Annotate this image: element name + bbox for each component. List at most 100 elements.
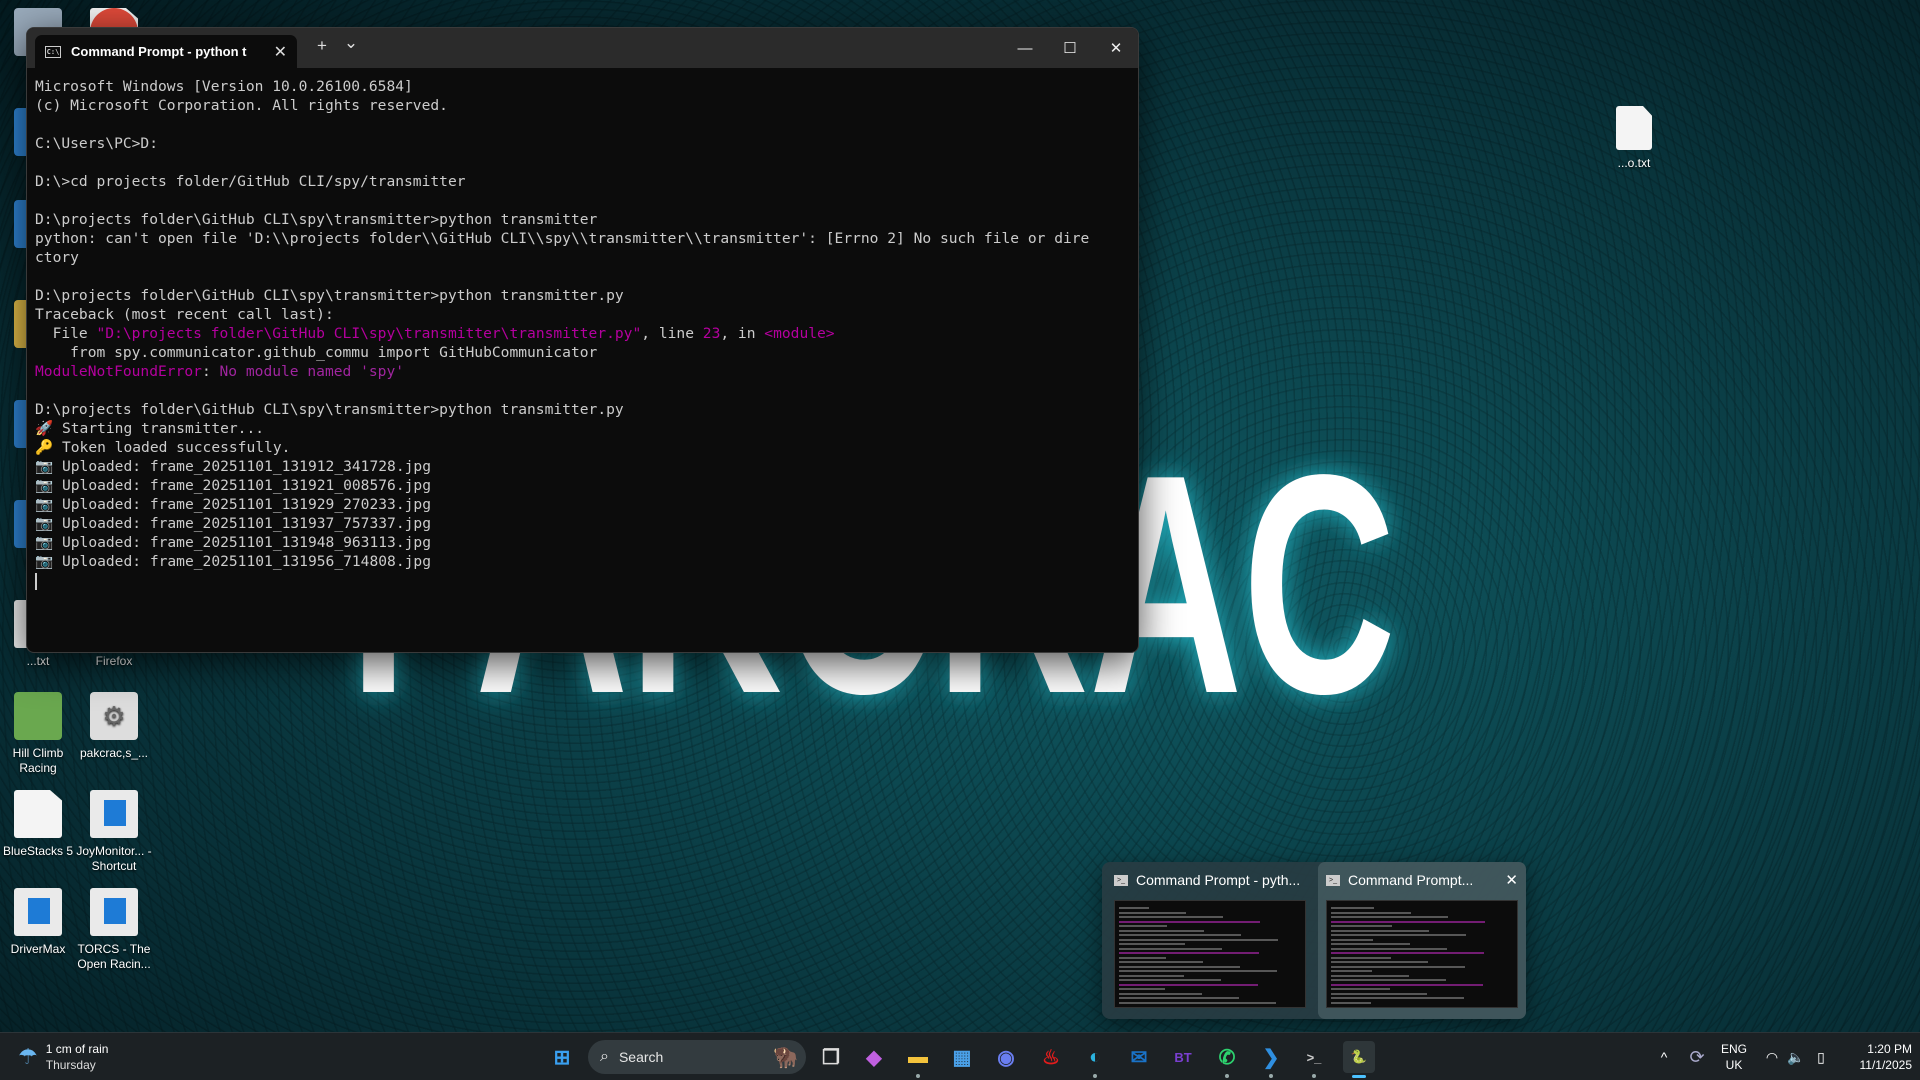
umbrella-rain-icon: ☂ — [18, 1044, 38, 1069]
terminal-text: 📷 Uploaded: frame_20251101_131956_714808… — [35, 553, 431, 570]
terminal-text: D:\projects folder\GitHub CLI\spy\transm… — [35, 287, 624, 304]
terminal-text: Traceback (most recent call last): — [35, 306, 334, 323]
python-taskbar-button[interactable]: 🐍 — [1343, 1041, 1375, 1078]
terminal-icon: >_ — [1326, 874, 1340, 886]
desktop-icon[interactable]: Hill Climb Racing — [0, 692, 76, 776]
shortcut-icon — [90, 888, 138, 936]
outlook-taskbar-button[interactable]: ✉ — [1123, 1041, 1155, 1073]
thumbnail-window[interactable]: >_ Command Prompt - pyth... — [1106, 862, 1314, 1019]
terminal-text: D:\projects folder\GitHub CLI\spy\transm… — [35, 401, 624, 418]
terminal-line: D:\projects folder\GitHub CLI\spy\transm… — [35, 210, 1138, 229]
title-bar[interactable]: C:\ Command Prompt - python t ✕ + ⌄ — ☐ … — [27, 28, 1138, 68]
terminal-line: Traceback (most recent call last): — [35, 305, 1138, 324]
terminal-line: 🚀 Starting transmitter... — [35, 419, 1138, 438]
desktop-icon-label: JoyMonitor... - Shortcut — [76, 844, 152, 873]
terminal-line: 📷 Uploaded: frame_20251101_131912_341728… — [35, 457, 1138, 476]
maximize-button[interactable]: ☐ — [1047, 28, 1093, 68]
terminal-line: C:\Users\PC>D: — [35, 134, 1138, 153]
terminal-line: File "D:\projects folder\GitHub CLI\spy\… — [35, 324, 1138, 343]
whatsapp-taskbar-button[interactable]: ✆ — [1211, 1041, 1243, 1078]
copilot-taskbar-button[interactable]: ◆ — [858, 1041, 890, 1073]
running-indicator — [1312, 1074, 1316, 1078]
clock-time: 1:20 PM — [1867, 1042, 1912, 1056]
task-view-taskbar-button[interactable]: ❐ — [815, 1041, 847, 1073]
terminal-text: 🚀 Starting transmitter... — [35, 420, 265, 437]
doc-icon — [14, 790, 62, 838]
weather-widget[interactable]: ☂ 1 cm of rain Thursday — [18, 1041, 108, 1073]
terminal-text: Microsoft Windows [Version 10.0.26100.65… — [35, 78, 413, 95]
shortcut-icon — [90, 790, 138, 838]
microsoft-store-icon: ▦ — [952, 1046, 972, 1069]
edge-taskbar-button[interactable]: ◐ — [1079, 1041, 1111, 1078]
terminal-text: D:\projects folder\GitHub CLI\spy\transm… — [35, 211, 598, 228]
terminal-prompt-line — [35, 571, 1138, 590]
tab-command-prompt[interactable]: C:\ Command Prompt - python t ✕ — [35, 35, 297, 68]
file-explorer-icon: ▬ — [908, 1045, 928, 1068]
volume-icon[interactable]: 🔈 — [1786, 1033, 1806, 1080]
search-box[interactable]: ⌕ Search 🦬 — [588, 1040, 806, 1074]
terminal-text: , line — [641, 325, 703, 342]
file-explorer-taskbar-button[interactable]: ▬ — [902, 1041, 934, 1078]
tab-close-icon[interactable]: ✕ — [274, 42, 287, 62]
terminal-line: 📷 Uploaded: frame_20251101_131929_270233… — [35, 495, 1138, 514]
terminal-line: 📷 Uploaded: frame_20251101_131956_714808… — [35, 552, 1138, 571]
terminal-text: No module named 'spy' — [219, 363, 405, 380]
thumbnail-close-button[interactable]: ✕ — [1505, 871, 1518, 889]
terminal-line: ctory — [35, 248, 1138, 267]
desktop-icon-label: pakcrac,s_... — [79, 746, 149, 760]
outlook-icon: ✉ — [1130, 1046, 1148, 1069]
vscode-taskbar-button[interactable]: ❯ — [1255, 1041, 1287, 1078]
bt-taskbar-button[interactable]: BT — [1167, 1041, 1199, 1073]
terminal-line: Microsoft Windows [Version 10.0.26100.65… — [35, 77, 1138, 96]
game-icon — [14, 692, 62, 740]
desktop-icon[interactable]: DriverMax — [0, 888, 76, 957]
clock[interactable]: 1:20 PM 11/1/2025 — [1842, 1033, 1916, 1080]
terminal-icon: >_ — [1306, 1049, 1322, 1065]
new-tab-button[interactable]: + — [307, 36, 337, 56]
text-file-icon — [1616, 106, 1652, 150]
desktop-icon-label: Firefox — [95, 654, 133, 668]
settings-icon: ⚙ — [90, 692, 138, 740]
region-code: UK — [1725, 1058, 1743, 1072]
thumbnail-preview — [1326, 900, 1518, 1008]
desktop-icon-label: BlueStacks 5 — [2, 844, 74, 858]
desktop-icon-txt[interactable]: ...o.txt — [1596, 106, 1672, 171]
minimize-button[interactable]: — — [1002, 28, 1048, 68]
desktop-icon[interactable]: TORCS - The Open Racin... — [76, 888, 152, 972]
shortcut-icon — [14, 888, 62, 936]
running-indicator — [916, 1074, 920, 1078]
terminal-window[interactable]: C:\ Command Prompt - python t ✕ + ⌄ — ☐ … — [26, 27, 1139, 653]
microsoft-store-taskbar-button[interactable]: ▦ — [946, 1041, 978, 1073]
desktop-icon[interactable]: JoyMonitor... - Shortcut — [76, 790, 152, 874]
close-button[interactable]: ✕ — [1093, 28, 1138, 68]
desktop-icon[interactable]: ⚙ pakcrac,s_... — [76, 692, 152, 761]
tab-dropdown-button[interactable]: ⌄ — [336, 33, 366, 53]
terminal-text: File — [35, 325, 97, 342]
terminal-text: 📷 Uploaded: frame_20251101_131912_341728… — [35, 458, 431, 475]
text-cursor — [35, 572, 37, 590]
app-icon: ◉ — [997, 1046, 1015, 1069]
app-taskbar-button[interactable]: ◉ — [990, 1041, 1022, 1073]
terminal-line: ModuleNotFoundError: No module named 'sp… — [35, 362, 1138, 381]
wifi-icon[interactable]: ◠ — [1762, 1033, 1782, 1080]
terminal-taskbar-button[interactable]: >_ — [1298, 1041, 1330, 1078]
terminal-text: ModuleNotFoundError — [35, 363, 202, 380]
thumbnail-window[interactable]: >_ Command Prompt... ✕ — [1318, 862, 1526, 1019]
show-hidden-icons-button[interactable]: ^ — [1654, 1033, 1674, 1080]
terminal-line: from spy.communicator.github_commu impor… — [35, 343, 1138, 362]
start-taskbar-button[interactable]: ⊞ — [546, 1041, 578, 1073]
terminal-output[interactable]: Microsoft Windows [Version 10.0.26100.65… — [27, 68, 1138, 590]
santander-taskbar-button[interactable]: ♨ — [1035, 1041, 1067, 1073]
terminal-text: D:\>cd projects folder/GitHub CLI/spy/tr… — [35, 173, 466, 190]
battery-icon[interactable]: ▯ — [1810, 1033, 1832, 1080]
desktop-icon[interactable]: BlueStacks 5 — [0, 790, 76, 859]
start-icon: ⊞ — [553, 1046, 571, 1069]
terminal-text: from spy.communicator.github_commu impor… — [35, 344, 598, 361]
sync-icon[interactable]: ⟳ — [1686, 1033, 1708, 1080]
terminal-line: D:\projects folder\GitHub CLI\spy\transm… — [35, 400, 1138, 419]
language-indicator[interactable]: ENG UK — [1716, 1033, 1752, 1080]
terminal-text: 🔑 Token loaded successfully. — [35, 439, 291, 456]
